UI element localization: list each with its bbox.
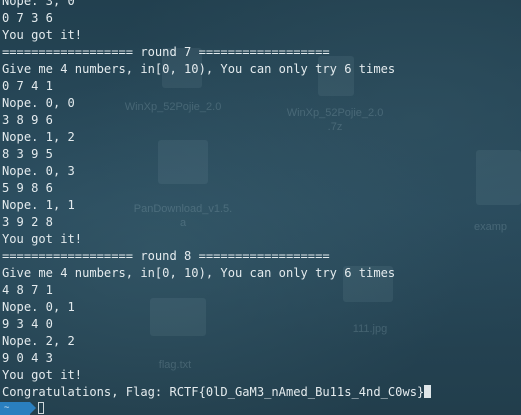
terminal-line: 8 3 9 5: [2, 147, 53, 161]
desktop-icon-label: 111.jpg: [330, 322, 410, 336]
document-icon: [150, 298, 206, 336]
desktop-icon-label: WinXp_52Pojie_2.0 .7z: [275, 106, 395, 134]
terminal-line: 0 7 4 1: [2, 79, 53, 93]
terminal-line: ================== round 7 =============…: [2, 45, 330, 59]
terminal-line: 3 9 2 8: [2, 215, 53, 229]
text-cursor: [424, 385, 432, 398]
terminal-line: 4 8 7 1: [2, 283, 53, 297]
desktop-icon-label-text: flag.txt: [158, 359, 192, 371]
desktop-icon-label-text: examp: [474, 221, 508, 233]
terminal-line: Nope. 2, 2: [2, 334, 75, 348]
desktop-icon-label-text: WinXp_52Pojie_2.0: [124, 101, 222, 113]
desktop-icon-label-text: PanDownload_v1.5.: [133, 203, 233, 215]
desktop-icon-label: flag.txt: [125, 358, 225, 372]
terminal-line: Nope. 3, 0: [2, 0, 75, 8]
desktop-icon-label: PanDownload_v1.5. a: [118, 202, 248, 230]
terminal-line: You got it!: [2, 28, 83, 42]
folder-icon: [158, 140, 208, 184]
terminal-line: Give me 4 numbers, in[0, 10), You can on…: [2, 266, 396, 280]
terminal-line: 5 9 8 6: [2, 181, 53, 195]
desktop-icon-label: examp: [474, 220, 521, 234]
desktop-icon-label-text: WinXp_52Pojie_2.0: [286, 107, 384, 119]
desktop-icon-label-text: 111.jpg: [352, 323, 388, 335]
desktop-icon-label: WinXp_52Pojie_2.0: [118, 100, 228, 114]
prompt-directory-tag: ~: [0, 402, 30, 415]
input-cursor[interactable]: [38, 402, 44, 414]
terminal-line: Nope. 0, 3: [2, 164, 75, 178]
terminal-line: 9 3 4 0: [2, 317, 53, 331]
terminal-line: 0 7 3 6: [2, 11, 53, 25]
terminal-line: 9 0 4 3: [2, 351, 53, 365]
desktop-icon-label-text: .7z: [327, 121, 343, 133]
terminal-line: Nope. 1, 1: [2, 198, 75, 212]
prompt-arrow-icon: [30, 402, 36, 414]
desktop-icon-label-text: a: [179, 217, 187, 229]
terminal-line: You got it!: [2, 232, 83, 246]
terminal-line: Give me 4 numbers, in[0, 10), You can on…: [2, 62, 396, 76]
terminal-line: ================== round 8 =============…: [2, 249, 330, 263]
desktop-icon-image: [476, 150, 521, 205]
terminal-line: You got it!: [2, 368, 83, 382]
terminal-line-flag: Congratulations, Flag: RCTF{0lD_GaM3_nAm…: [2, 384, 432, 401]
shell-prompt[interactable]: ~: [0, 402, 521, 415]
terminal-line: Nope. 1, 2: [2, 130, 75, 144]
terminal-line: 3 8 9 6: [2, 113, 53, 127]
flag-output-text: Congratulations, Flag: RCTF{0lD_GaM3_nAm…: [2, 385, 425, 399]
terminal-window[interactable]: WinXp_52Pojie_2.0 WinXp_52Pojie_2.0 .7z …: [0, 0, 521, 415]
terminal-line: Nope. 0, 1: [2, 300, 75, 314]
terminal-line: Nope. 0, 0: [2, 96, 75, 110]
